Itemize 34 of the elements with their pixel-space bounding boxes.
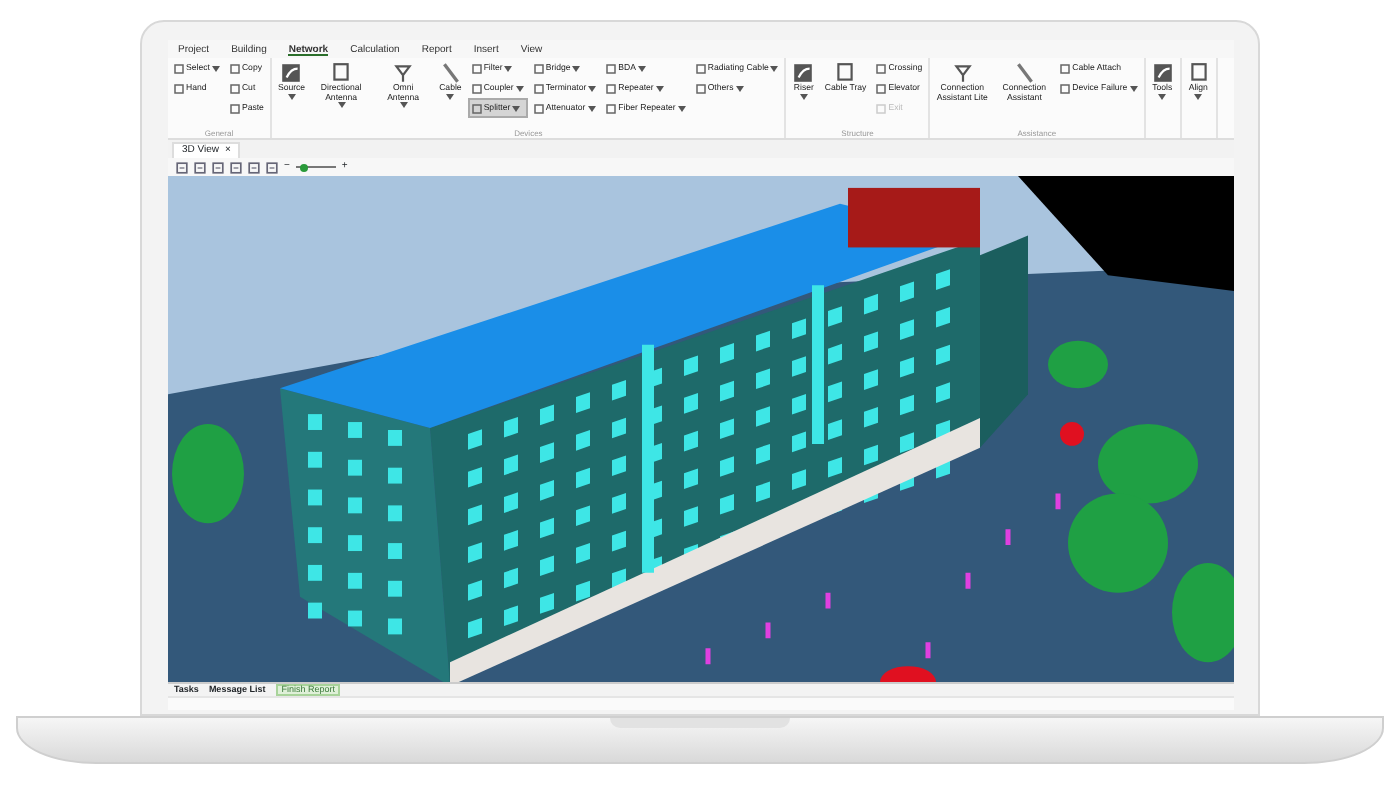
caret-icon [399, 102, 408, 109]
tool-icon [439, 62, 462, 84]
tool-icon [1013, 62, 1036, 84]
tool-icon [1187, 62, 1210, 84]
caret-icon [735, 85, 744, 91]
tool-icon [330, 62, 353, 84]
caret-icon [211, 65, 220, 71]
tool-icon [951, 62, 974, 84]
tool-icon [834, 62, 857, 84]
caret-icon [515, 85, 524, 91]
caret-icon [287, 93, 296, 100]
caret-icon [512, 105, 521, 111]
caret-icon [572, 65, 581, 71]
caret-icon [446, 93, 455, 100]
toolbar-icon[interactable] [212, 161, 224, 173]
caret-icon [799, 93, 808, 100]
toolbar-icon[interactable] [194, 161, 206, 173]
caret-icon [638, 65, 647, 71]
toolbar-icon[interactable] [266, 161, 278, 173]
toolbar-icon[interactable] [230, 161, 242, 173]
tool-icon [392, 62, 415, 84]
toolbar-icon[interactable] [248, 161, 260, 173]
caret-icon [337, 102, 346, 109]
caret-icon [1129, 85, 1138, 91]
caret-icon [1194, 93, 1203, 100]
caret-icon [588, 85, 597, 91]
slider-thumb[interactable] [299, 163, 308, 171]
caret-icon [504, 65, 513, 71]
caret-icon [770, 65, 779, 71]
toolbar-icon[interactable] [176, 161, 188, 173]
caret-icon [587, 105, 596, 111]
caret-icon [677, 105, 686, 111]
caret-icon [1158, 93, 1167, 100]
caret-icon [655, 85, 664, 91]
